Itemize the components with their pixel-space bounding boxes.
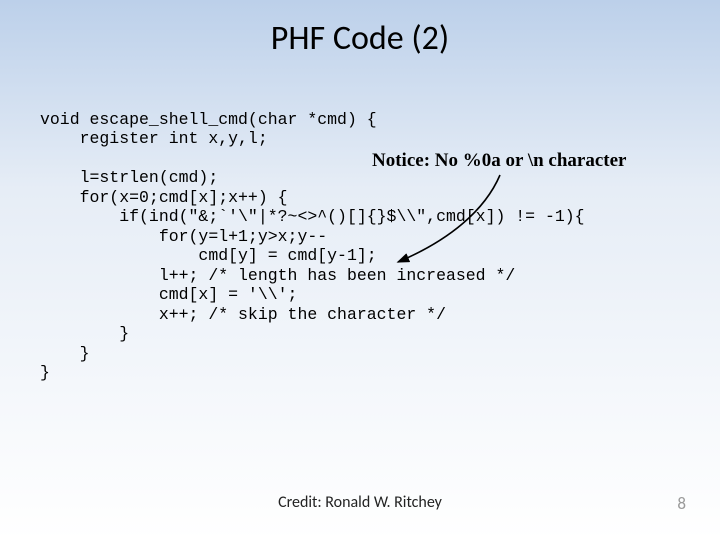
slide-title: PHF Code (2)	[0, 0, 720, 59]
notice-callout: Notice: No %0a or \n character	[372, 150, 627, 172]
content-area: void escape_shell_cmd(char *cmd) { regis…	[40, 110, 680, 383]
credit-text: Credit: Ronald W. Ritchey	[0, 493, 720, 512]
page-number: 8	[677, 493, 686, 514]
